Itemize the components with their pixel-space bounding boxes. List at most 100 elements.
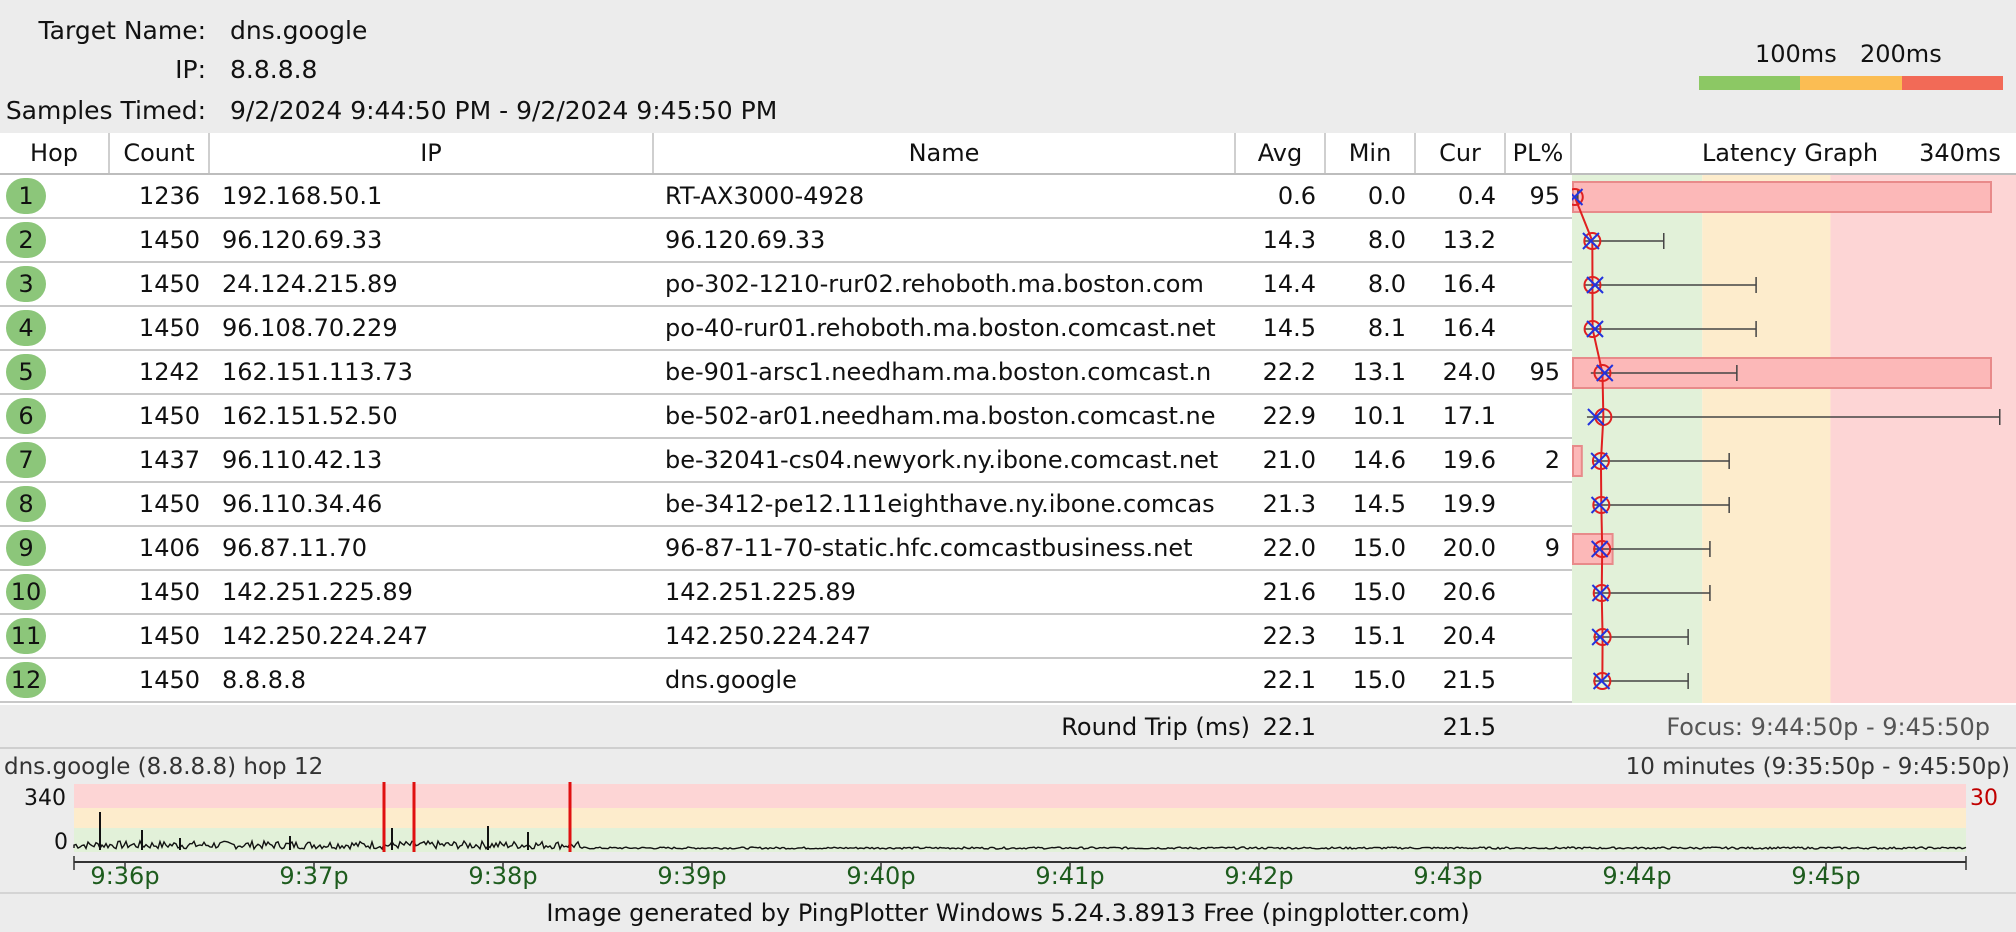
hop-number-badge: 1 — [6, 178, 46, 214]
column-header-ip[interactable]: IP — [210, 133, 654, 173]
hop-avg: 14.3 — [1262, 226, 1316, 254]
timeline-range[interactable]: 10 minutes (9:35:50p - 9:45:50p) — [1626, 754, 2010, 780]
hop-number-badge: 4 — [6, 310, 46, 346]
target-name-value: dns.google — [230, 16, 368, 45]
hop-pl: 2 — [1544, 446, 1560, 474]
packet-loss-bar — [1572, 445, 1583, 477]
hop-name: 96-87-11-70-static.hfc.comcastbusiness.n… — [665, 534, 1193, 562]
target-name-label: Target Name: — [38, 16, 206, 45]
hop-name: dns.google — [665, 666, 797, 694]
hop-min: 15.1 — [1352, 622, 1406, 650]
hop-pl — [1506, 483, 1560, 525]
hop-row[interactable]: 7 1437 96.110.42.13 be-32041-cs04.newyork.n… — [0, 439, 1572, 483]
timeline-y-min: 0 — [54, 830, 68, 855]
hop-ip: 96.108.70.229 — [222, 314, 398, 342]
hop-count: 1450 — [138, 270, 200, 298]
hop-number-badge: 12 — [6, 662, 46, 698]
round-trip-summary-row: Round Trip (ms) 22.1 21.5 Focus: 9:44:50… — [0, 705, 2016, 749]
scale-200ms-label: 200ms — [1860, 40, 1942, 68]
hop-min: 14.6 — [1352, 446, 1406, 474]
header-panel: Target Name: dns.google IP: 8.8.8.8 Samp… — [0, 0, 2016, 132]
hop-number-badge: 7 — [6, 442, 46, 478]
hop-avg: 22.9 — [1262, 402, 1316, 430]
footer-credit: Image generated by PingPlotter Windows 5… — [0, 892, 2016, 932]
hop-count: 1406 — [138, 534, 200, 562]
hop-pl — [1506, 263, 1560, 305]
column-header-hop[interactable]: Hop — [0, 133, 110, 173]
timeline-panel[interactable]: 9:36p 9:37p 9:38p 9:39p 9:40p 9:41p 9:42p 9:43p… — [0, 752, 2016, 892]
hop-row[interactable]: 3 1450 24.124.215.89 po-302-1210-rur02.reho… — [0, 263, 1572, 307]
hop-avg: 0.6 — [1277, 182, 1316, 210]
hop-min: 13.1 — [1352, 358, 1406, 386]
column-header-count[interactable]: Count — [110, 133, 210, 173]
hop-cur: 19.6 — [1442, 446, 1496, 474]
hop-ip: 24.124.215.89 — [222, 270, 398, 298]
scale-warn-segment — [1800, 76, 1902, 90]
hop-avg: 14.4 — [1262, 270, 1316, 298]
timeline-tick-label: 9:44p — [1602, 862, 1671, 890]
latency-scale-legend — [1699, 76, 2003, 90]
timeline-pl-max: 30 — [1970, 786, 1998, 811]
hop-row[interactable]: 5 1242 162.151.113.73 be-901-arsc1.needham.… — [0, 351, 1572, 395]
column-header-avg[interactable]: Avg — [1236, 133, 1326, 173]
focus-range[interactable]: Focus: 9:44:50p - 9:45:50p — [1580, 705, 1990, 749]
hop-row[interactable]: 6 1450 162.151.52.50 be-502-ar01.needham.ma… — [0, 395, 1572, 439]
samples-timed-label: Samples Timed: — [5, 96, 206, 125]
hop-cur: 19.9 — [1442, 490, 1496, 518]
hop-pl — [1506, 395, 1560, 437]
hop-number-badge: 2 — [6, 222, 46, 258]
hop-count: 1437 — [138, 446, 200, 474]
hop-pl — [1506, 615, 1560, 657]
timeline-zone-warn — [74, 808, 1966, 828]
timeline-title: dns.google (8.8.8.8) hop 12 — [4, 754, 324, 780]
hop-row[interactable]: 8 1450 96.110.34.46 be-3412-pe12.111eightha… — [0, 483, 1572, 527]
hop-name: be-901-arsc1.needham.ma.boston.comcast.n — [665, 358, 1212, 386]
hop-row[interactable]: 12 1450 8.8.8.8 dns.google 22.1 15.0 21.5 — [0, 659, 1572, 703]
hop-min: 15.0 — [1352, 534, 1406, 562]
timeline-tick-label: 9:42p — [1224, 862, 1293, 890]
hop-pl: 95 — [1529, 358, 1560, 386]
hop-cur: 21.5 — [1442, 666, 1496, 694]
hop-min: 15.0 — [1352, 578, 1406, 606]
column-header-cur[interactable]: Cur — [1416, 133, 1506, 173]
hop-ip: 142.250.224.247 — [222, 622, 429, 650]
scale-good-segment — [1699, 76, 1801, 90]
hop-row[interactable]: 11 1450 142.250.224.247 142.250.224.247 22.3… — [0, 615, 1572, 659]
hop-ip: 96.110.34.46 — [222, 490, 383, 518]
hop-cur: 13.2 — [1442, 226, 1496, 254]
hop-avg: 21.3 — [1262, 490, 1316, 518]
hop-ip: 162.151.52.50 — [222, 402, 398, 430]
hop-name: be-502-ar01.needham.ma.boston.comcast.ne — [665, 402, 1216, 430]
hop-number-badge: 5 — [6, 354, 46, 390]
column-header-latency-graph[interactable]: Latency Graph — [1700, 133, 1880, 173]
timeline-zone-bad — [74, 784, 1966, 808]
latency-graph[interactable] — [1572, 175, 2016, 703]
hop-ip: 96.87.11.70 — [222, 534, 368, 562]
hop-ip: 96.120.69.33 — [222, 226, 383, 254]
hop-row[interactable]: 1 1236 192.168.50.1 RT-AX3000-4928 0.6 0.0 0.4… — [0, 175, 1572, 219]
hop-name: po-302-1210-rur02.rehoboth.ma.boston.com — [665, 270, 1204, 298]
timeline-tick-label: 9:40p — [846, 862, 915, 890]
hop-number-badge: 8 — [6, 486, 46, 522]
hop-pl — [1506, 571, 1560, 613]
column-header-name[interactable]: Name — [654, 133, 1236, 173]
hop-ip: 8.8.8.8 — [222, 666, 306, 694]
hop-row[interactable]: 9 1406 96.87.11.70 96-87-11-70-static.hfc.c… — [0, 527, 1572, 571]
hop-min: 14.5 — [1352, 490, 1406, 518]
column-header-pl[interactable]: PL% — [1506, 133, 1572, 173]
timeline-tick-label: 9:37p — [279, 862, 348, 890]
hop-count: 1236 — [138, 182, 200, 210]
hop-min: 8.0 — [1367, 270, 1406, 298]
hop-row[interactable]: 2 1450 96.120.69.33 96.120.69.33 14.3 8.0 13.2 — [0, 219, 1572, 263]
column-header-min[interactable]: Min — [1326, 133, 1416, 173]
hop-pl — [1506, 219, 1560, 261]
hop-row[interactable]: 4 1450 96.108.70.229 po-40-rur01.rehoboth.m… — [0, 307, 1572, 351]
hop-count: 1242 — [138, 358, 200, 386]
hop-name: RT-AX3000-4928 — [665, 182, 865, 210]
hop-min: 8.1 — [1367, 314, 1406, 342]
hop-row[interactable]: 10 1450 142.251.225.89 142.251.225.89 21.6 15… — [0, 571, 1572, 615]
hop-name: 142.251.225.89 — [665, 578, 856, 606]
hop-ip: 192.168.50.1 — [222, 182, 383, 210]
hop-count: 1450 — [138, 490, 200, 518]
hop-ip: 162.151.113.73 — [222, 358, 413, 386]
